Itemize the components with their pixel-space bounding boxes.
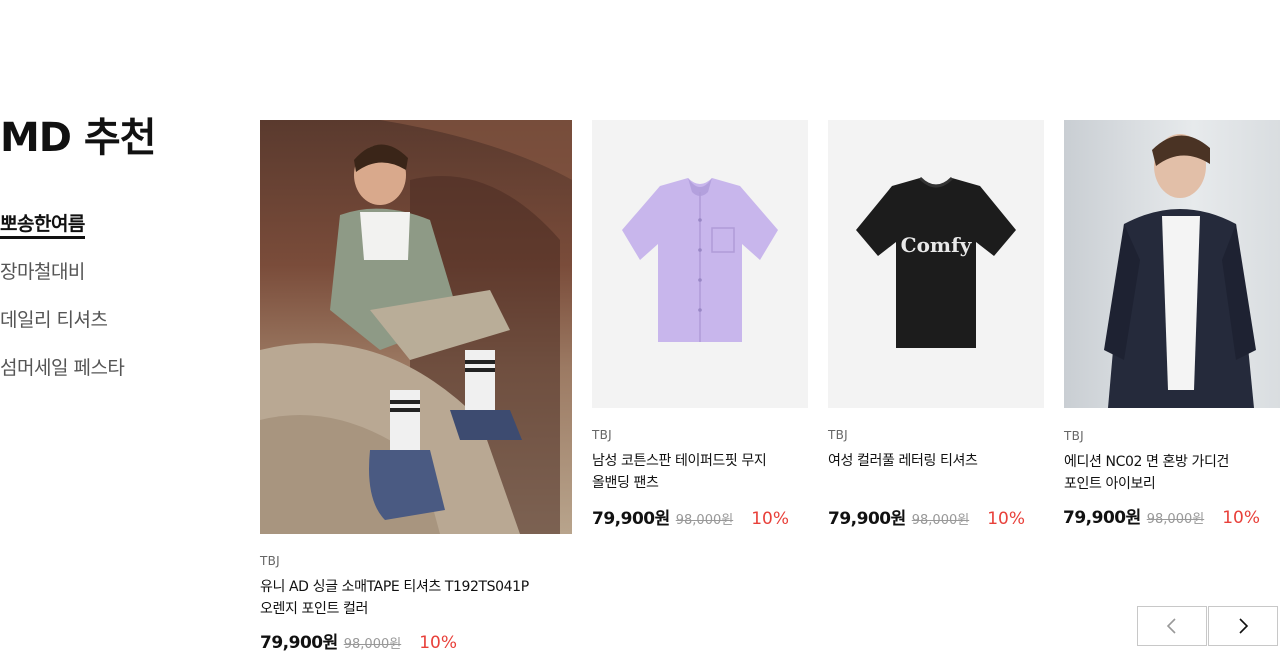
product-image[interactable]: Comfy	[828, 120, 1044, 408]
product-discount: 10%	[419, 633, 457, 653]
product-brand: TBJ	[1064, 429, 1085, 443]
product-name-line1: 에디션 NC02 면 혼방 가디건	[1064, 454, 1229, 470]
product-name-line1: 남성 코튼스판 테이퍼드핏 무지	[592, 453, 767, 469]
model-cardigan-illustration	[1104, 134, 1256, 408]
product-price: 79,900원	[1063, 508, 1141, 528]
product-card-4[interactable]: TBJ 에디션 NC02 면 혼방 가디건 포인트 아이보리 79,900원 98…	[1063, 120, 1280, 528]
category-label: 데일리 티셔츠	[0, 309, 108, 331]
category-tab-2[interactable]: 장마철대비	[0, 258, 124, 286]
product-name-line1: 여성 컬러풀 레터링 티셔츠	[828, 453, 978, 469]
product-discount: 10%	[1222, 508, 1260, 528]
product-discount: 10%	[987, 509, 1025, 529]
carousel-prev-button[interactable]	[1137, 606, 1207, 646]
product-price-row: 79,900원 98,000원 10%	[1063, 503, 1280, 528]
category-label: 섬머세일 페스타	[0, 357, 125, 379]
category-tab-4[interactable]: 섬머세일 페스타	[0, 354, 125, 382]
product-original-price: 98,000원	[675, 513, 734, 528]
product-image[interactable]	[592, 120, 808, 408]
lavender-shirt-illustration	[622, 178, 778, 342]
product-image[interactable]	[260, 120, 572, 534]
product-price: 79,900원	[592, 509, 670, 529]
product-discount: 10%	[751, 509, 789, 529]
product-name-line1: 유니 AD 싱글 소매TAPE 티셔츠 T192TS041P	[260, 579, 529, 595]
category-tab-1[interactable]: 뽀송한여름	[0, 210, 124, 239]
product-name-line2: 오렌지 포인트 컬러	[260, 601, 368, 617]
chevron-left-icon	[1166, 618, 1176, 634]
model-photo-illustration	[260, 120, 572, 534]
product-original-price: 98,000원	[343, 637, 402, 652]
product-price: 79,900원	[260, 633, 338, 653]
product-original-price: 98,000원	[1146, 512, 1205, 527]
product-image[interactable]	[1064, 120, 1280, 408]
black-tshirt-illustration: Comfy	[856, 176, 1016, 348]
product-card-1[interactable]: TBJ 유니 AD 싱글 소매TAPE 티셔츠 T192TS041P 오렌지 포…	[260, 120, 572, 653]
product-name[interactable]: 에디션 NC02 면 혼방 가디건 포인트 아이보리	[1064, 451, 1280, 495]
product-price-row: 79,900원 98,000원 10%	[828, 504, 1044, 529]
category-label: 장마철대비	[0, 261, 85, 283]
section-title: MD 추천	[0, 115, 157, 161]
carousel-next-button[interactable]	[1208, 606, 1278, 646]
product-name[interactable]: 유니 AD 싱글 소매TAPE 티셔츠 T192TS041P 오렌지 포인트 컬…	[260, 576, 572, 620]
product-brand: TBJ	[828, 428, 849, 442]
product-price-row: 79,900원 98,000원 10%	[592, 504, 808, 529]
product-price-row: 79,900원 98,000원 10%	[260, 628, 572, 653]
category-label: 뽀송한여름	[0, 213, 85, 239]
product-brand: TBJ	[260, 554, 281, 568]
category-tab-3[interactable]: 데일리 티셔츠	[0, 306, 124, 334]
product-brand: TBJ	[592, 428, 613, 442]
product-name-line2: 포인트 아이보리	[1064, 476, 1156, 492]
product-name[interactable]: 여성 컬러풀 레터링 티셔츠	[828, 450, 1044, 494]
chevron-right-icon	[1239, 618, 1249, 634]
tshirt-print-text: Comfy	[901, 233, 973, 257]
product-name-line2: 올밴딩 팬츠	[592, 475, 659, 491]
product-name[interactable]: 남성 코튼스판 테이퍼드핏 무지 올밴딩 팬츠	[592, 450, 808, 494]
product-original-price: 98,000원	[911, 513, 970, 528]
category-list: 뽀송한여름 장마철대비 데일리 티셔츠 섬머세일 페스타	[0, 210, 125, 402]
product-card-2[interactable]: TBJ 남성 코튼스판 테이퍼드핏 무지 올밴딩 팬츠 79,900원 98,00…	[592, 120, 808, 529]
product-card-3[interactable]: Comfy TBJ 여성 컬러풀 레터링 티셔츠 79,900원 98,000원 1…	[828, 120, 1044, 529]
product-price: 79,900원	[828, 509, 906, 529]
